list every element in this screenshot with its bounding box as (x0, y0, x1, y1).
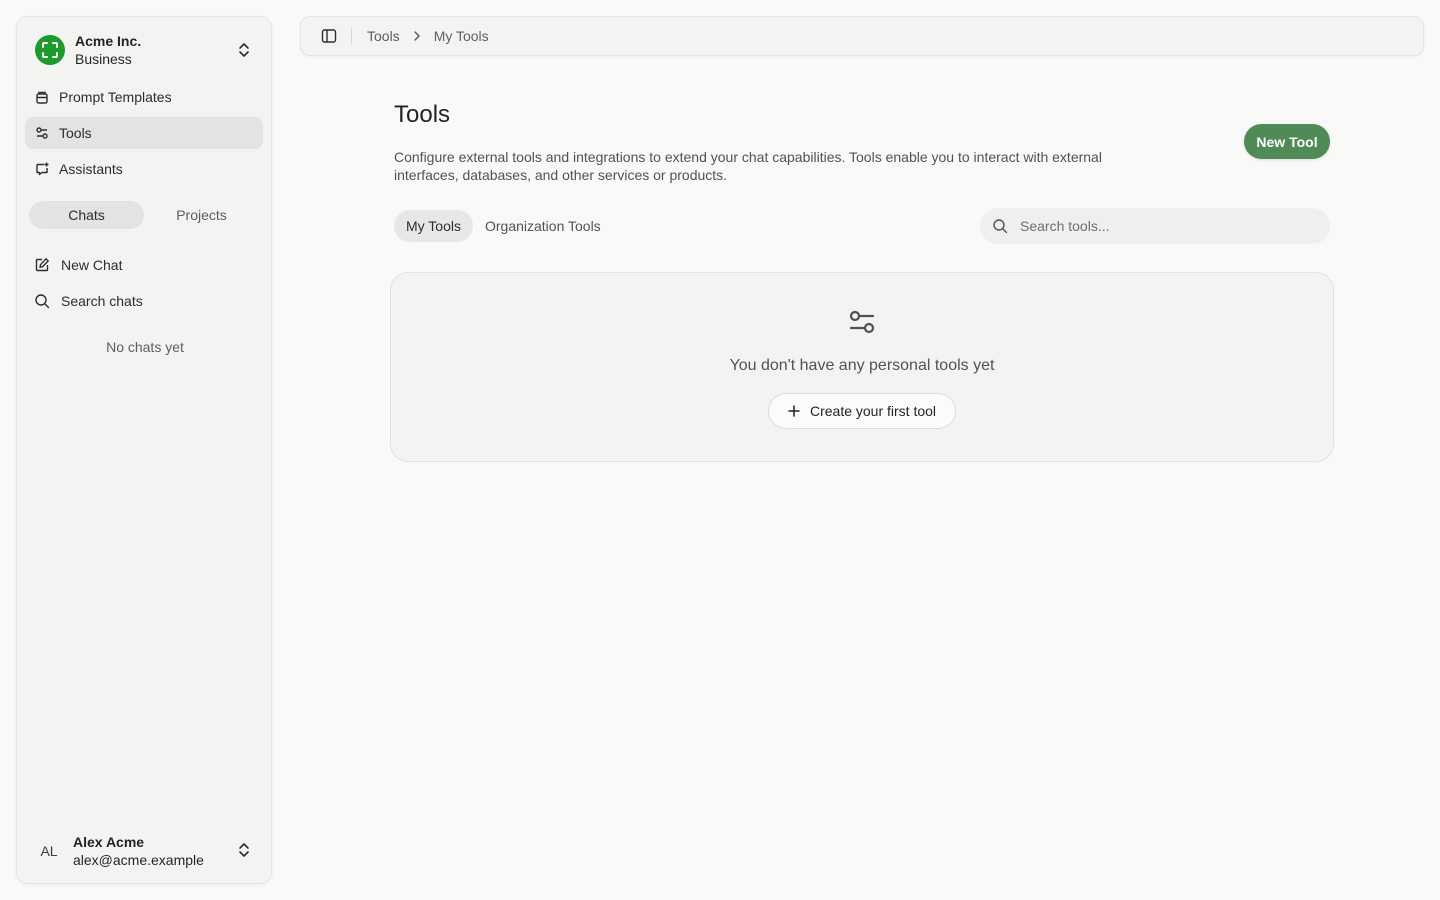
breadcrumb-my-tools: My Tools (433, 28, 489, 44)
tools-sliders-icon (36, 127, 48, 139)
tab-chats[interactable]: Chats (29, 201, 144, 229)
new-chat-label: New Chat (61, 257, 123, 273)
empty-state-message: You don't have any personal tools yet (729, 357, 995, 374)
empty-chats-message: No chats yet (106, 339, 184, 355)
sidebar-item-label: Tools (59, 125, 92, 141)
tools-tabs: My Tools Organization Tools (394, 210, 613, 242)
tab-my-tools[interactable]: My Tools (394, 210, 473, 242)
chats-projects-toggle: Chats Projects (29, 201, 259, 229)
plus-icon (788, 405, 800, 417)
sidebar-item-label: Assistants (59, 161, 123, 177)
chat-actions: New Chat Search chats (25, 249, 263, 321)
sidebar-item-assistants[interactable]: Assistants (25, 153, 263, 185)
top-bar: Tools My Tools (300, 16, 1424, 56)
edit-icon (35, 258, 49, 272)
org-logo-icon (42, 42, 58, 58)
search-input[interactable] (1020, 218, 1310, 234)
sidebar: Acme Inc. Business Prompt Templates Tool… (16, 16, 272, 884)
tab-organization-tools[interactable]: Organization Tools (473, 210, 613, 242)
search-chats-label: Search chats (61, 293, 143, 309)
org-switcher[interactable]: Acme Inc. Business (33, 33, 257, 67)
page-title: Tools (394, 101, 451, 128)
org-logo (35, 35, 65, 65)
page-description: Configure external tools and integration… (394, 149, 1102, 183)
create-first-tool-label: Create your first tool (809, 403, 937, 419)
chevron-right-icon (412, 30, 422, 42)
search-icon (35, 294, 50, 309)
topbar-divider (351, 28, 352, 44)
sidebar-nav: Prompt Templates Tools Assistants (25, 81, 263, 189)
assistant-icon (36, 162, 49, 176)
sidebar-item-label: Prompt Templates (59, 89, 172, 105)
sidebar-toggle-button[interactable] (314, 21, 344, 51)
tools-sliders-icon (847, 307, 877, 342)
new-chat-button[interactable]: New Chat (25, 249, 263, 281)
org-plan: Business (75, 51, 132, 67)
sidebar-item-prompt-templates[interactable]: Prompt Templates (25, 81, 263, 113)
user-email: alex@acme.example (73, 852, 204, 868)
chevrons-up-down-icon (237, 42, 251, 63)
sidebar-item-tools[interactable]: Tools (25, 117, 263, 149)
search-chats-button[interactable]: Search chats (25, 285, 263, 317)
org-name: Acme Inc. (75, 33, 142, 49)
empty-state-card: You don't have any personal tools yet Cr… (390, 272, 1334, 462)
template-icon (36, 91, 48, 104)
user-name: Alex Acme (73, 834, 145, 850)
chevrons-up-down-icon (237, 842, 251, 863)
new-tool-button[interactable]: New Tool (1244, 124, 1330, 159)
create-first-tool-button[interactable]: Create your first tool (768, 393, 956, 429)
panel-left-icon (321, 29, 337, 43)
tab-projects[interactable]: Projects (144, 201, 259, 229)
avatar: AL (40, 843, 58, 859)
search-tools (980, 208, 1330, 244)
breadcrumb-tools[interactable]: Tools (367, 28, 400, 44)
search-icon (993, 219, 1008, 234)
user-menu[interactable]: AL Alex Acme alex@acme.example (33, 833, 257, 869)
